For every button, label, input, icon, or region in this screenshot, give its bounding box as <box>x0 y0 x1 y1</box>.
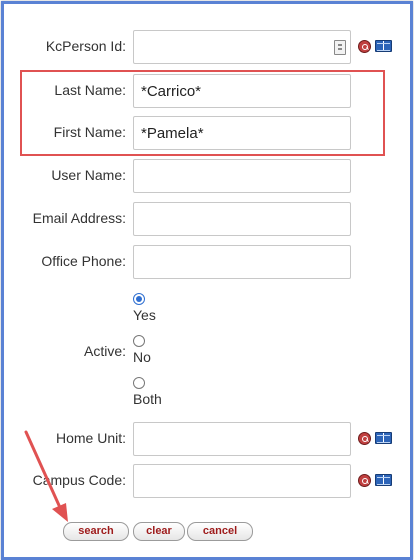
book-icon[interactable] <box>375 432 392 444</box>
first-name-input[interactable] <box>133 116 351 150</box>
email-address-row: Email Address: <box>0 202 414 236</box>
id-card-icon[interactable] <box>334 40 346 55</box>
active-yes-radio[interactable] <box>133 293 145 305</box>
kcperson-id-row: KcPerson Id: <box>0 30 414 64</box>
book-icon[interactable] <box>375 474 392 486</box>
active-both-label[interactable]: Both <box>133 391 162 407</box>
home-unit-input[interactable] <box>133 422 351 456</box>
user-name-input[interactable] <box>133 159 351 193</box>
cancel-button[interactable]: cancel <box>187 522 253 541</box>
user-name-row: User Name: <box>0 159 414 193</box>
book-icon[interactable] <box>375 40 392 52</box>
active-no-label[interactable]: No <box>133 349 151 365</box>
magnifier-icon[interactable] <box>358 40 371 53</box>
magnifier-icon[interactable] <box>358 432 371 445</box>
active-no-radio[interactable] <box>133 335 145 347</box>
user-name-label: User Name: <box>51 167 126 183</box>
last-name-row: Last Name: <box>0 74 414 108</box>
active-label: Active: <box>83 343 126 359</box>
office-phone-input[interactable] <box>133 245 351 279</box>
last-name-input[interactable] <box>133 74 351 108</box>
first-name-row: First Name: <box>0 116 414 150</box>
first-name-label: First Name: <box>53 124 126 140</box>
email-address-input[interactable] <box>133 202 351 236</box>
campus-code-input[interactable] <box>133 464 351 498</box>
kcperson-id-input[interactable] <box>133 30 351 64</box>
active-yes-label[interactable]: Yes <box>133 307 156 323</box>
kcperson-id-label: KcPerson Id: <box>45 38 126 54</box>
active-both-radio[interactable] <box>133 377 145 389</box>
magnifier-icon[interactable] <box>358 474 371 487</box>
office-phone-row: Office Phone: <box>0 245 414 279</box>
clear-button[interactable]: clear <box>133 522 185 541</box>
search-button[interactable]: search <box>63 522 129 541</box>
office-phone-label: Office Phone: <box>41 253 126 269</box>
email-address-label: Email Address: <box>32 210 126 226</box>
last-name-label: Last Name: <box>54 82 126 98</box>
annotation-arrow-icon <box>24 430 68 522</box>
